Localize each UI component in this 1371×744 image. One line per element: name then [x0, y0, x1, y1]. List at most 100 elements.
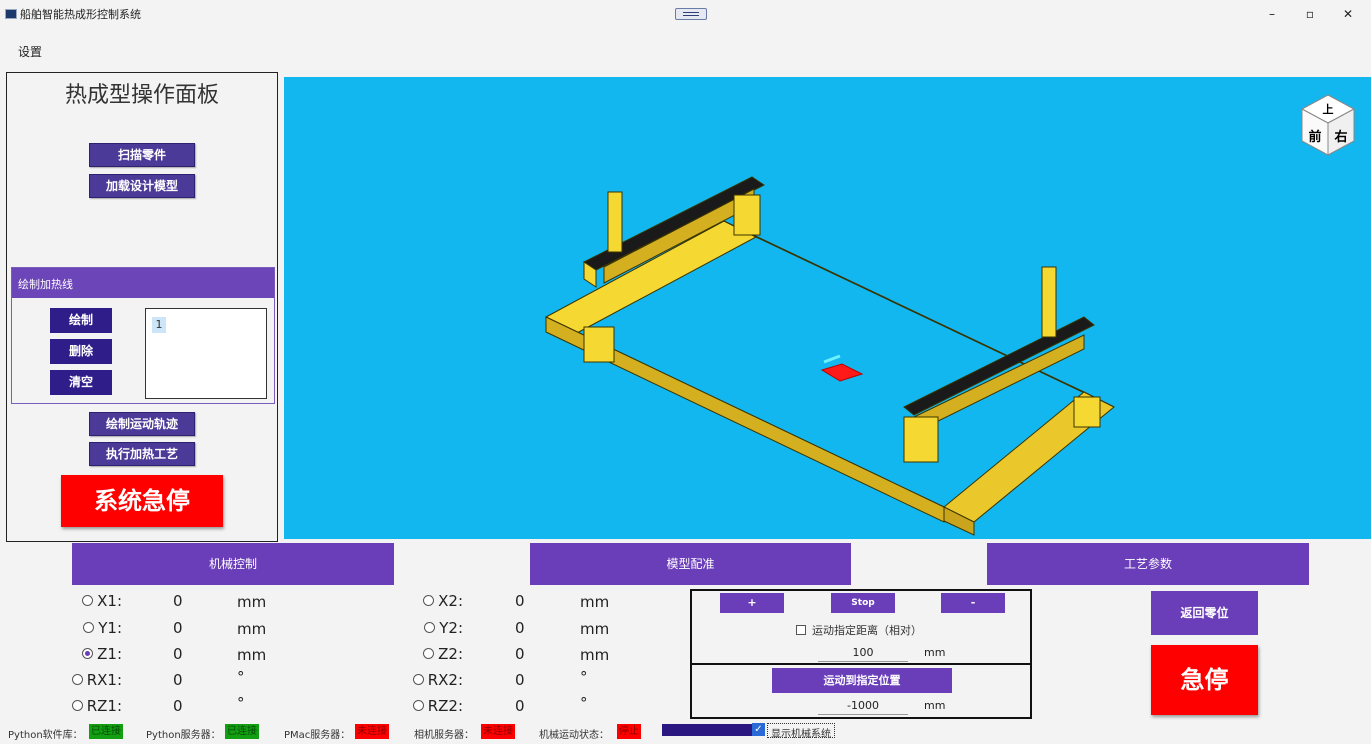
3d-viewport[interactable]: 上 前 右 [284, 77, 1371, 539]
radio-button[interactable] [71, 700, 83, 711]
motion-control: + Stop - 运动指定距离（相对） 100 mm 运动到指定位置 -1000… [690, 589, 1032, 719]
axis-radio-x2[interactable]: X2: [423, 592, 463, 610]
axis-unit: mm [580, 593, 610, 611]
jog-plus-button[interactable]: + [720, 593, 784, 613]
heat-line-list[interactable]: 1 [145, 308, 267, 399]
axis-radio-y2[interactable]: Y2: [424, 619, 463, 637]
axis-value: 0 [515, 619, 525, 637]
status-bar: Python软件库： 已连接 Python服务器： 已连接 PMac服务器： 未… [0, 721, 1371, 744]
axis-value: 0 [515, 645, 525, 663]
heat-line-header: 绘制加热线 [12, 268, 274, 298]
load-design-model-button[interactable]: 加载设计模型 [89, 174, 195, 198]
axis-value: 0 [173, 645, 183, 663]
title-bar: 船舶智能热成形控制系统 – ▫ ✕ [0, 0, 1371, 28]
radio-button[interactable] [71, 674, 83, 685]
camera-server-status-badge: 未连接 [481, 724, 515, 739]
axis-value: 0 [173, 697, 183, 715]
axis-radio-y1[interactable]: Y1: [83, 619, 122, 637]
system-estop-button[interactable]: 系统急停 [61, 475, 223, 527]
axis-label: RX1: [86, 671, 122, 689]
operation-panel: 热成型操作面板 扫描零件 加载设计模型 绘制加热线 绘制 删除 清空 1 绘制运… [6, 72, 278, 542]
tab-process-parameters[interactable]: 工艺参数 [987, 543, 1309, 585]
axis-unit: mm [237, 593, 267, 611]
list-item[interactable]: 1 [152, 317, 166, 333]
axis-label: Z1: [97, 645, 122, 663]
motion-state-label: 机械运动状态： [539, 730, 609, 741]
relative-distance-label: 运动指定距离（相对） [812, 624, 922, 637]
radio-button[interactable] [82, 595, 94, 606]
radio-button[interactable] [423, 595, 435, 606]
motion-state-badge: 停止 [617, 724, 641, 739]
axis-label: Y2: [439, 619, 463, 637]
estop-button[interactable]: 急停 [1151, 645, 1258, 715]
relative-distance-checkbox[interactable]: 运动指定距离（相对） [796, 622, 922, 638]
progress-bar [662, 724, 752, 736]
position-input[interactable]: -1000 [818, 699, 908, 715]
move-to-position-button[interactable]: 运动到指定位置 [772, 668, 952, 693]
python-server-label: Python服务器： [146, 730, 221, 741]
draw-button[interactable]: 绘制 [50, 308, 112, 333]
axis-label: X1: [97, 592, 122, 610]
pmac-server-status-badge: 未连接 [355, 724, 389, 739]
view-cube[interactable]: 上 前 右 [1300, 93, 1356, 161]
radio-button[interactable] [82, 648, 94, 659]
axis-unit: mm [580, 646, 610, 664]
tab-model-registration[interactable]: 模型配准 [530, 543, 851, 585]
radio-button[interactable] [412, 674, 424, 685]
axis-value: 0 [515, 697, 525, 715]
restore-button[interactable]: ▫ [1296, 4, 1324, 24]
axis-value: 0 [515, 671, 525, 689]
radio-button[interactable] [412, 700, 424, 711]
axis-value: 0 [173, 619, 183, 637]
menu-settings[interactable]: 设置 [18, 43, 42, 60]
draw-motion-path-button[interactable]: 绘制运动轨迹 [89, 412, 195, 436]
app-icon [5, 9, 17, 19]
view-cube-front[interactable]: 前 [1308, 129, 1321, 145]
radio-button[interactable] [424, 622, 436, 633]
axis-value: 0 [515, 592, 525, 610]
axis-label: Y1: [98, 619, 122, 637]
tab-mechanical-control[interactable]: 机械控制 [72, 543, 394, 585]
stop-button[interactable]: Stop [831, 593, 895, 613]
scan-parts-button[interactable]: 扫描零件 [89, 143, 195, 167]
axis-unit: ° [580, 668, 588, 686]
axis-value: 0 [173, 671, 183, 689]
view-cube-top[interactable]: 上 [1323, 102, 1334, 116]
show-machine-label[interactable]: 显示机械系统 [767, 723, 835, 740]
axis-label: RX2: [427, 671, 463, 689]
camera-server-label: 相机服务器： [414, 730, 474, 741]
axis-radio-x1[interactable]: X1: [82, 592, 122, 610]
python-lib-label: Python软件库： [8, 730, 83, 741]
relative-checkbox-box[interactable] [796, 625, 806, 635]
pmac-server-label: PMac服务器： [284, 730, 351, 741]
axis-unit: ° [237, 694, 245, 712]
machine-model [544, 176, 1115, 536]
distance-input[interactable]: 100 [818, 646, 908, 662]
axis-unit: ° [237, 668, 245, 686]
python-server-status-badge: 已连接 [225, 724, 259, 739]
drag-handle-icon[interactable] [675, 8, 707, 20]
axis-radio-z2[interactable]: Z2: [423, 645, 463, 663]
view-cube-right[interactable]: 右 [1333, 129, 1347, 145]
axis-unit: mm [237, 620, 267, 638]
position-unit: mm [924, 699, 946, 712]
window-title: 船舶智能热成形控制系统 [20, 8, 141, 21]
axis-label: X2: [438, 592, 463, 610]
axis-value: 0 [173, 592, 183, 610]
jog-minus-button[interactable]: - [941, 593, 1005, 613]
execute-heating-button[interactable]: 执行加热工艺 [89, 442, 195, 466]
axis-radio-rx1[interactable]: RX1: [71, 671, 122, 689]
return-zero-button[interactable]: 返回零位 [1151, 591, 1258, 635]
python-lib-status-badge: 已连接 [89, 724, 123, 739]
close-button[interactable]: ✕ [1334, 4, 1362, 24]
axis-radio-z1[interactable]: Z1: [82, 645, 122, 663]
minimize-button[interactable]: – [1258, 4, 1286, 24]
clear-button[interactable]: 清空 [50, 370, 112, 395]
delete-button[interactable]: 删除 [50, 339, 112, 364]
radio-button[interactable] [83, 622, 95, 633]
radio-button[interactable] [423, 648, 435, 659]
axis-radio-rx2[interactable]: RX2: [412, 671, 463, 689]
axis-radio-rz2[interactable]: RZ2: [412, 697, 463, 715]
axis-radio-rz1[interactable]: RZ1: [71, 697, 122, 715]
show-machine-checkbox[interactable]: ✓ [752, 723, 765, 736]
